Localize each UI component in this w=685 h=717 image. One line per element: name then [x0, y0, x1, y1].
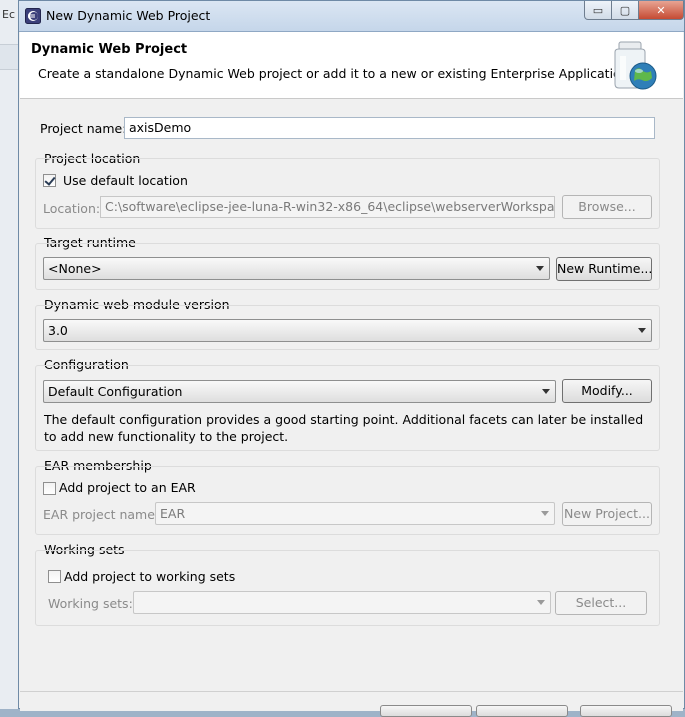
ear-project-name-select[interactable]: EAR — [155, 502, 555, 525]
wizard-title: Dynamic Web Project — [31, 42, 188, 57]
new-ear-project-button[interactable]: New Project... — [562, 502, 652, 526]
maximize-button[interactable]: ▢ — [612, 1, 639, 20]
location-input[interactable]: C:\software\eclipse-jee-luna-R-win32-x86… — [100, 196, 555, 218]
background-window-title: Ec — [2, 8, 15, 21]
project-name-input[interactable]: axisDemo — [124, 117, 655, 139]
chevron-down-icon — [537, 600, 545, 605]
configuration-select[interactable]: Default Configuration — [43, 380, 556, 403]
ear-project-name-value: EAR — [160, 506, 186, 521]
button-bar — [20, 691, 683, 717]
add-to-ear-checkbox[interactable] — [43, 482, 56, 495]
add-to-working-sets-label: Add project to working sets — [64, 569, 236, 584]
new-runtime-button[interactable]: New Runtime... — [556, 257, 652, 281]
working-sets-label: Working sets: — [48, 596, 133, 611]
chevron-down-icon — [536, 266, 544, 271]
modify-button[interactable]: Modify... — [562, 379, 652, 403]
project-name-label: Project name: — [40, 121, 127, 136]
chevron-down-icon — [638, 328, 646, 333]
web-project-jar-globe-icon — [614, 41, 657, 90]
wizard-description: Create a standalone Dynamic Web project … — [38, 66, 633, 81]
select-working-sets-button[interactable]: Select... — [555, 591, 647, 615]
chevron-down-icon — [541, 511, 549, 516]
module-version-select[interactable]: 3.0 — [43, 319, 652, 342]
chevron-down-icon — [542, 389, 550, 394]
target-runtime-value: <None> — [48, 261, 102, 276]
add-to-working-sets-checkbox[interactable] — [48, 570, 61, 583]
use-default-location-label: Use default location — [63, 173, 188, 188]
browse-button[interactable]: Browse... — [562, 195, 652, 219]
working-sets-select[interactable] — [133, 591, 551, 614]
maximize-icon: ▢ — [619, 3, 631, 17]
minimize-icon: ▭ — [592, 3, 604, 17]
title-bar[interactable]: New Dynamic Web Project ▭ ▢ ✕ — [19, 1, 684, 32]
close-button[interactable]: ✕ — [639, 1, 684, 20]
window-controls: ▭ ▢ ✕ — [584, 1, 684, 21]
close-icon: ✕ — [656, 3, 666, 17]
module-version-value: 3.0 — [48, 323, 68, 338]
eclipse-app-icon — [25, 8, 41, 24]
finish-button[interactable] — [580, 705, 672, 717]
location-label: Location: — [43, 201, 101, 216]
window-title: New Dynamic Web Project — [46, 8, 211, 23]
use-default-location-checkbox[interactable] — [43, 174, 56, 187]
next-button[interactable] — [476, 705, 568, 717]
add-to-ear-label: Add project to an EAR — [59, 480, 196, 495]
new-dynamic-web-project-dialog: New Dynamic Web Project ▭ ▢ ✕ Dynamic We… — [18, 0, 685, 717]
minimize-button[interactable]: ▭ — [584, 1, 612, 20]
configuration-description: The default configuration provides a goo… — [44, 412, 644, 444]
wizard-header: Dynamic Web Project Create a standalone … — [20, 32, 683, 99]
back-button[interactable] — [380, 705, 472, 717]
target-runtime-select[interactable]: <None> — [43, 257, 550, 280]
configuration-value: Default Configuration — [48, 384, 183, 399]
ear-project-name-label: EAR project name: — [43, 507, 160, 522]
